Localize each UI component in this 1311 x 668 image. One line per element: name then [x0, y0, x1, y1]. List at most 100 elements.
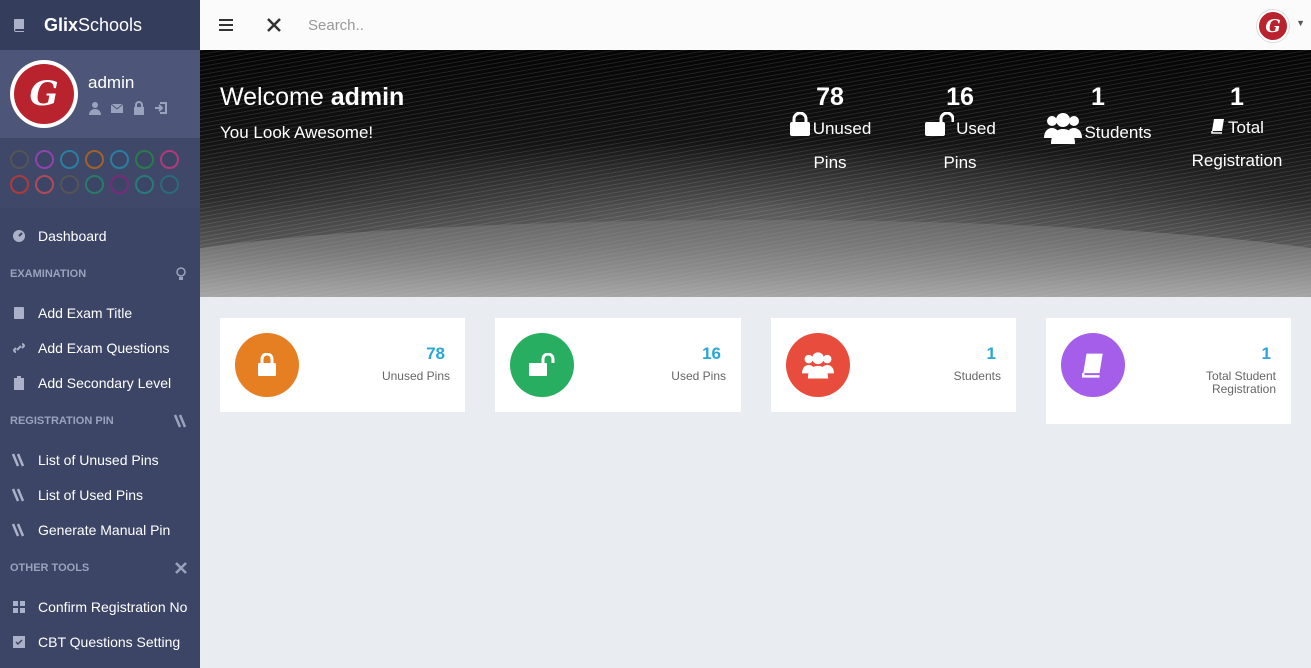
lock-icon: [258, 353, 276, 376]
book-icon: [1210, 113, 1226, 145]
grid-icon: [12, 600, 26, 614]
section-other-tools: OTHER TOOLS: [0, 547, 200, 589]
card-icon-circle: [1061, 333, 1125, 397]
user-icon[interactable]: [88, 101, 104, 115]
brand[interactable]: GlixSchools: [0, 0, 200, 50]
tools-icon: [174, 561, 188, 575]
pins-icon: [174, 414, 188, 428]
card-value: 78: [426, 344, 445, 363]
user-menu-avatar[interactable]: G: [1257, 10, 1289, 42]
sidebar-item-label: Generate Manual Pin: [38, 521, 171, 538]
checklist-icon: [12, 635, 26, 649]
stat-value: 1: [1230, 83, 1244, 111]
section-registration-pin: REGISTRATION PIN: [0, 400, 200, 442]
sidebar-item-add-exam-title[interactable]: Add Exam Title: [0, 295, 200, 330]
clipboard-icon: [12, 375, 26, 390]
users-icon: [1044, 112, 1083, 155]
pins-icon: [12, 488, 26, 502]
card-value: 1: [986, 344, 996, 363]
hero-background-wave: [200, 220, 1311, 297]
card-unused-pins[interactable]: 78 Unused Pins: [220, 318, 465, 412]
profile-name: admin: [88, 73, 135, 92]
sidebar-item-dashboard[interactable]: Dashboard: [0, 218, 200, 253]
card-label: Unused Pins: [381, 369, 450, 383]
sidebar-item-list-used-pins[interactable]: List of Used Pins: [0, 477, 200, 512]
users-icon: [802, 352, 834, 379]
hero-banner: Welcome admin You Look Awesome! 78 Unuse…: [200, 50, 1311, 297]
profile-panel: G admin: [0, 50, 200, 138]
theme-swatch[interactable]: [35, 150, 54, 169]
sidebar-nav: Dashboard EXAMINATION Add Exam Title Add…: [0, 208, 200, 659]
theme-swatch[interactable]: [110, 150, 129, 169]
sidebar-item-label: Dashboard: [38, 227, 107, 244]
card-icon-circle: [235, 333, 299, 397]
sidebar-item-label: Add Secondary Level: [38, 374, 172, 391]
hero-stat-unused-pins: 78 Unused Pins: [780, 82, 880, 179]
stat-label: Registration: [1191, 150, 1283, 170]
sidebar-item-confirm-registration-no[interactable]: Confirm Registration No: [0, 589, 200, 624]
stat-value: 78: [816, 83, 844, 111]
theme-swatch[interactable]: [60, 150, 79, 169]
card-icon-circle: [786, 333, 850, 397]
pins-icon: [12, 523, 26, 537]
sidebar-item-list-unused-pins[interactable]: List of Unused Pins: [0, 442, 200, 477]
card-label: Used Pins: [671, 369, 726, 383]
theme-swatch[interactable]: [110, 175, 129, 194]
search-input[interactable]: [308, 16, 708, 34]
sidebar-item-label: Add Exam Title: [38, 304, 133, 321]
sidebar-item-label: Confirm Registration No: [38, 598, 188, 615]
sidebar-item-label: List of Unused Pins: [38, 451, 159, 468]
section-label: OTHER TOOLS: [10, 562, 90, 574]
theme-swatch[interactable]: [10, 150, 29, 169]
hero-stat-used-pins: 16 Used Pins: [918, 82, 1002, 179]
brand-name: GlixSchools: [44, 14, 143, 35]
theme-swatch[interactable]: [35, 175, 54, 194]
stat-label: Pins: [813, 153, 847, 172]
theme-swatch[interactable]: [160, 150, 179, 169]
theme-swatch[interactable]: [85, 175, 104, 194]
card-label: Students: [953, 369, 1001, 383]
sidebar-item-cbt-questions-setting[interactable]: CBT Questions Setting: [0, 624, 200, 659]
section-examination: EXAMINATION: [0, 253, 200, 295]
book-icon: [12, 18, 26, 32]
sidebar-item-label: CBT Questions Setting: [38, 633, 181, 650]
hero-stat-students: 1 Students: [1040, 82, 1156, 155]
theme-swatch[interactable]: [160, 175, 179, 194]
sidebar-item-label: Add Exam Questions: [38, 339, 170, 356]
avatar-letter: G: [14, 64, 74, 124]
stat-value: 16: [946, 83, 974, 111]
lock-icon: [789, 111, 811, 147]
sidebar: GlixSchools G admin Dashboard EXAMINATIO…: [0, 0, 200, 668]
card-label: Total Student Registration: [1205, 369, 1276, 396]
hero-stat-total-registration: 1 Total Registration: [1184, 82, 1290, 177]
book-icon: [12, 306, 26, 320]
theme-swatch[interactable]: [135, 150, 154, 169]
pins-icon: [12, 453, 26, 467]
tools-icon[interactable]: [266, 17, 282, 33]
card-total-registration[interactable]: 1 Total Student Registration: [1046, 318, 1291, 424]
envelope-icon[interactable]: [110, 101, 126, 115]
card-students[interactable]: 1 Students: [771, 318, 1016, 412]
theme-swatch[interactable]: [60, 175, 79, 194]
stat-label: Pins: [943, 153, 977, 172]
card-icon-circle: [510, 333, 574, 397]
section-label: EXAMINATION: [10, 268, 87, 280]
menu-toggle-icon[interactable]: [218, 17, 234, 33]
book-icon: [1082, 353, 1103, 378]
sidebar-item-add-exam-questions[interactable]: Add Exam Questions: [0, 330, 200, 365]
theme-swatch[interactable]: [85, 150, 104, 169]
avatar[interactable]: G: [10, 60, 78, 128]
sign-out-icon[interactable]: [154, 101, 170, 115]
sidebar-item-add-secondary-level[interactable]: Add Secondary Level: [0, 365, 200, 400]
card-used-pins[interactable]: 16 Used Pins: [495, 318, 741, 412]
section-label: REGISTRATION PIN: [10, 415, 114, 427]
stat-value: 1: [1091, 83, 1105, 111]
chevron-down-icon[interactable]: ▼: [1296, 18, 1305, 28]
theme-swatch[interactable]: [135, 175, 154, 194]
sidebar-item-generate-manual-pin[interactable]: Generate Manual Pin: [0, 512, 200, 547]
theme-color-swatches: [0, 138, 200, 208]
card-value: 16: [702, 344, 721, 363]
lock-icon[interactable]: [132, 101, 148, 115]
welcome-subtitle: You Look Awesome!: [220, 123, 374, 142]
theme-swatch[interactable]: [10, 175, 29, 194]
